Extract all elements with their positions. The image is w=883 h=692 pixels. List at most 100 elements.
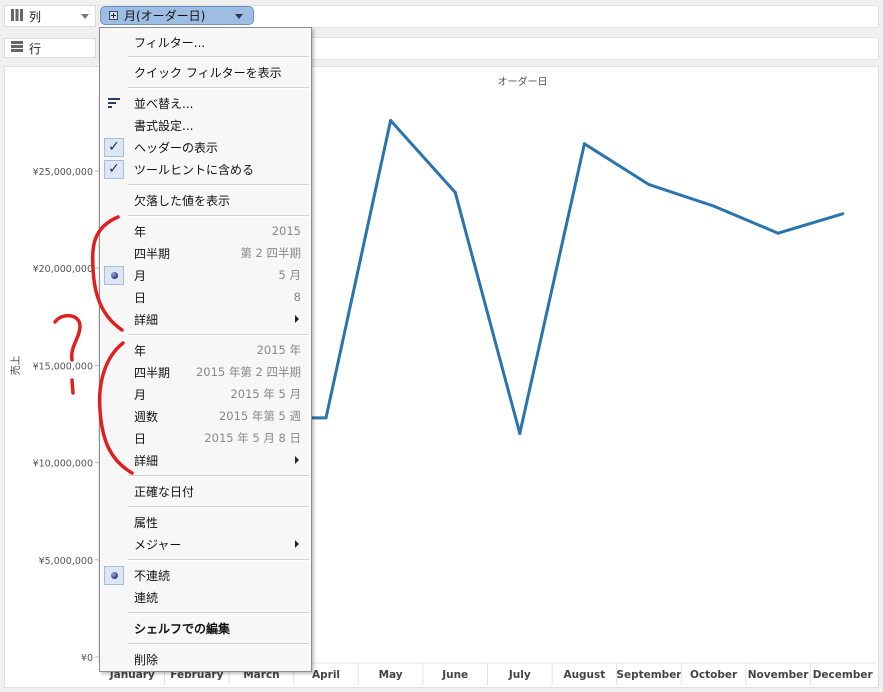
menu-label: 書式設定... xyxy=(134,118,194,133)
x-tick-label: December xyxy=(813,669,874,681)
rows-shelf-label[interactable]: 行 xyxy=(4,38,96,58)
menu-item-edit-in-shelf[interactable]: シェルフでの編集 xyxy=(100,618,311,638)
menu-item-datevalue-month[interactable]: 月 2015 年 5 月 xyxy=(100,384,311,404)
pill-context-menu: フィルター... クイック フィルターを表示 並べ替え... 書式設定... ✓… xyxy=(99,27,312,672)
pill-dropdown-icon[interactable] xyxy=(235,14,243,19)
data-point xyxy=(582,142,586,146)
menu-label: 連続 xyxy=(134,590,159,605)
x-tick-label: September xyxy=(616,669,682,681)
menu-separator xyxy=(128,87,309,89)
menu-label: 週数 xyxy=(134,409,159,424)
menu-item-datepart-day[interactable]: 日 8 xyxy=(100,287,311,307)
menu-label: 削除 xyxy=(134,652,159,667)
menu-label: 詳細 xyxy=(134,453,159,468)
data-point xyxy=(518,431,522,435)
x-tick-label: June xyxy=(441,669,468,681)
month-order-date-pill[interactable]: 月(オーダー日) xyxy=(100,6,254,25)
menu-item-datevalue-quarter[interactable]: 四半期 2015 年第 2 四半期 xyxy=(100,362,311,382)
data-point xyxy=(712,204,716,208)
y-tick-label: ¥5,000,000 xyxy=(39,556,93,567)
menu-value: 第 2 四半期 xyxy=(240,246,301,260)
menu-separator xyxy=(128,559,309,561)
columns-dropdown-icon[interactable] xyxy=(81,14,89,19)
menu-item-sort[interactable]: 並べ替え... xyxy=(100,93,311,113)
submenu-arrow-icon xyxy=(295,315,299,323)
menu-item-datevalue-week[interactable]: 週数 2015 年第 5 週 xyxy=(100,406,311,426)
menu-item-show-header[interactable]: ✓ ヘッダーの表示 xyxy=(100,137,311,157)
menu-item-datepart-quarter[interactable]: 四半期 第 2 四半期 xyxy=(100,243,311,263)
menu-separator xyxy=(128,334,309,336)
menu-separator xyxy=(128,56,309,58)
menu-item-quick-filter[interactable]: クイック フィルターを表示 xyxy=(100,62,311,82)
menu-label: 日 xyxy=(134,290,147,305)
menu-item-datevalue-day[interactable]: 日 2015 年 5 月 8 日 xyxy=(100,428,311,448)
menu-label: ヘッダーの表示 xyxy=(134,140,219,155)
menu-value: 2015 年第 5 週 xyxy=(218,409,301,423)
menu-separator xyxy=(128,506,309,508)
menu-item-include-tooltip[interactable]: ✓ ツールヒントに含める xyxy=(100,159,311,179)
menu-label: クイック フィルターを表示 xyxy=(134,65,282,80)
menu-value: 2015 年 5 月 8 日 xyxy=(204,431,301,445)
menu-value: 8 xyxy=(293,290,301,304)
menu-item-filter[interactable]: フィルター... xyxy=(100,32,311,52)
menu-label: フィルター... xyxy=(134,35,206,50)
menu-label: 正確な日付 xyxy=(134,484,195,499)
data-point xyxy=(776,231,780,235)
menu-label: 年 xyxy=(134,343,147,358)
menu-label: 並べ替え... xyxy=(134,96,194,111)
menu-label: 不連続 xyxy=(134,568,171,583)
expand-plus-icon[interactable] xyxy=(109,11,118,20)
menu-item-measure[interactable]: メジャー xyxy=(100,534,311,554)
menu-item-datevalue-more[interactable]: 詳細 xyxy=(100,450,311,470)
menu-item-attribute[interactable]: 属性 xyxy=(100,512,311,532)
menu-separator xyxy=(128,612,309,614)
menu-item-datepart-more[interactable]: 詳細 xyxy=(100,309,311,329)
menu-label: 四半期 xyxy=(134,365,171,380)
menu-label: 日 xyxy=(134,431,147,446)
menu-label: ツールヒントに含める xyxy=(134,162,255,177)
menu-label: 属性 xyxy=(134,515,159,530)
radio-dot-icon xyxy=(103,265,125,285)
menu-item-datepart-month[interactable]: 月 5 月 xyxy=(100,265,311,285)
menu-item-datevalue-year[interactable]: 年 2015 年 xyxy=(100,340,311,360)
chart-title: オーダー日 xyxy=(498,75,548,88)
menu-label: 年 xyxy=(134,224,147,239)
submenu-arrow-icon xyxy=(295,456,299,464)
menu-item-remove[interactable]: 削除 xyxy=(100,649,311,669)
menu-item-datepart-year[interactable]: 年 2015 xyxy=(100,221,311,241)
x-tick-label: August xyxy=(563,669,605,681)
menu-item-show-missing-values[interactable]: 欠落した値を表示 xyxy=(100,190,311,210)
sort-icon xyxy=(103,93,125,113)
x-tick-label: May xyxy=(379,669,403,681)
check-icon: ✓ xyxy=(103,159,125,179)
menu-separator xyxy=(128,475,309,477)
menu-label: メジャー xyxy=(134,537,182,552)
submenu-arrow-icon xyxy=(295,540,299,548)
columns-label: 列 xyxy=(29,9,42,24)
y-axis-label: 売上 xyxy=(9,355,22,375)
menu-value: 5 月 xyxy=(278,268,301,282)
rows-label: 行 xyxy=(29,41,42,56)
pill-label: 月(オーダー日) xyxy=(124,9,206,23)
menu-item-discrete[interactable]: 不連続 xyxy=(100,565,311,585)
radio-dot-icon xyxy=(103,565,125,585)
x-tick-label: November xyxy=(748,669,810,681)
menu-item-continuous[interactable]: 連続 xyxy=(100,587,311,607)
menu-label: 詳細 xyxy=(134,312,159,327)
x-tick-label: April xyxy=(312,669,340,681)
menu-item-exact-date[interactable]: 正確な日付 xyxy=(100,481,311,501)
menu-value: 2015 年第 2 四半期 xyxy=(195,365,301,379)
columns-icon xyxy=(11,8,23,24)
menu-separator xyxy=(128,643,309,645)
x-tick-label: July xyxy=(508,669,531,681)
y-tick-label: ¥20,000,000 xyxy=(33,264,93,275)
columns-shelf-label[interactable]: 列 xyxy=(4,5,96,27)
y-tick-label: ¥25,000,000 xyxy=(33,167,93,178)
series-line xyxy=(261,119,844,435)
menu-label: シェルフでの編集 xyxy=(134,621,231,636)
menu-item-format[interactable]: 書式設定... xyxy=(100,115,311,135)
y-tick-label: ¥10,000,000 xyxy=(33,459,93,470)
menu-label: 四半期 xyxy=(134,246,171,261)
menu-value: 2015 年 5 月 xyxy=(230,387,301,401)
y-tick-label: ¥0 xyxy=(81,653,93,664)
